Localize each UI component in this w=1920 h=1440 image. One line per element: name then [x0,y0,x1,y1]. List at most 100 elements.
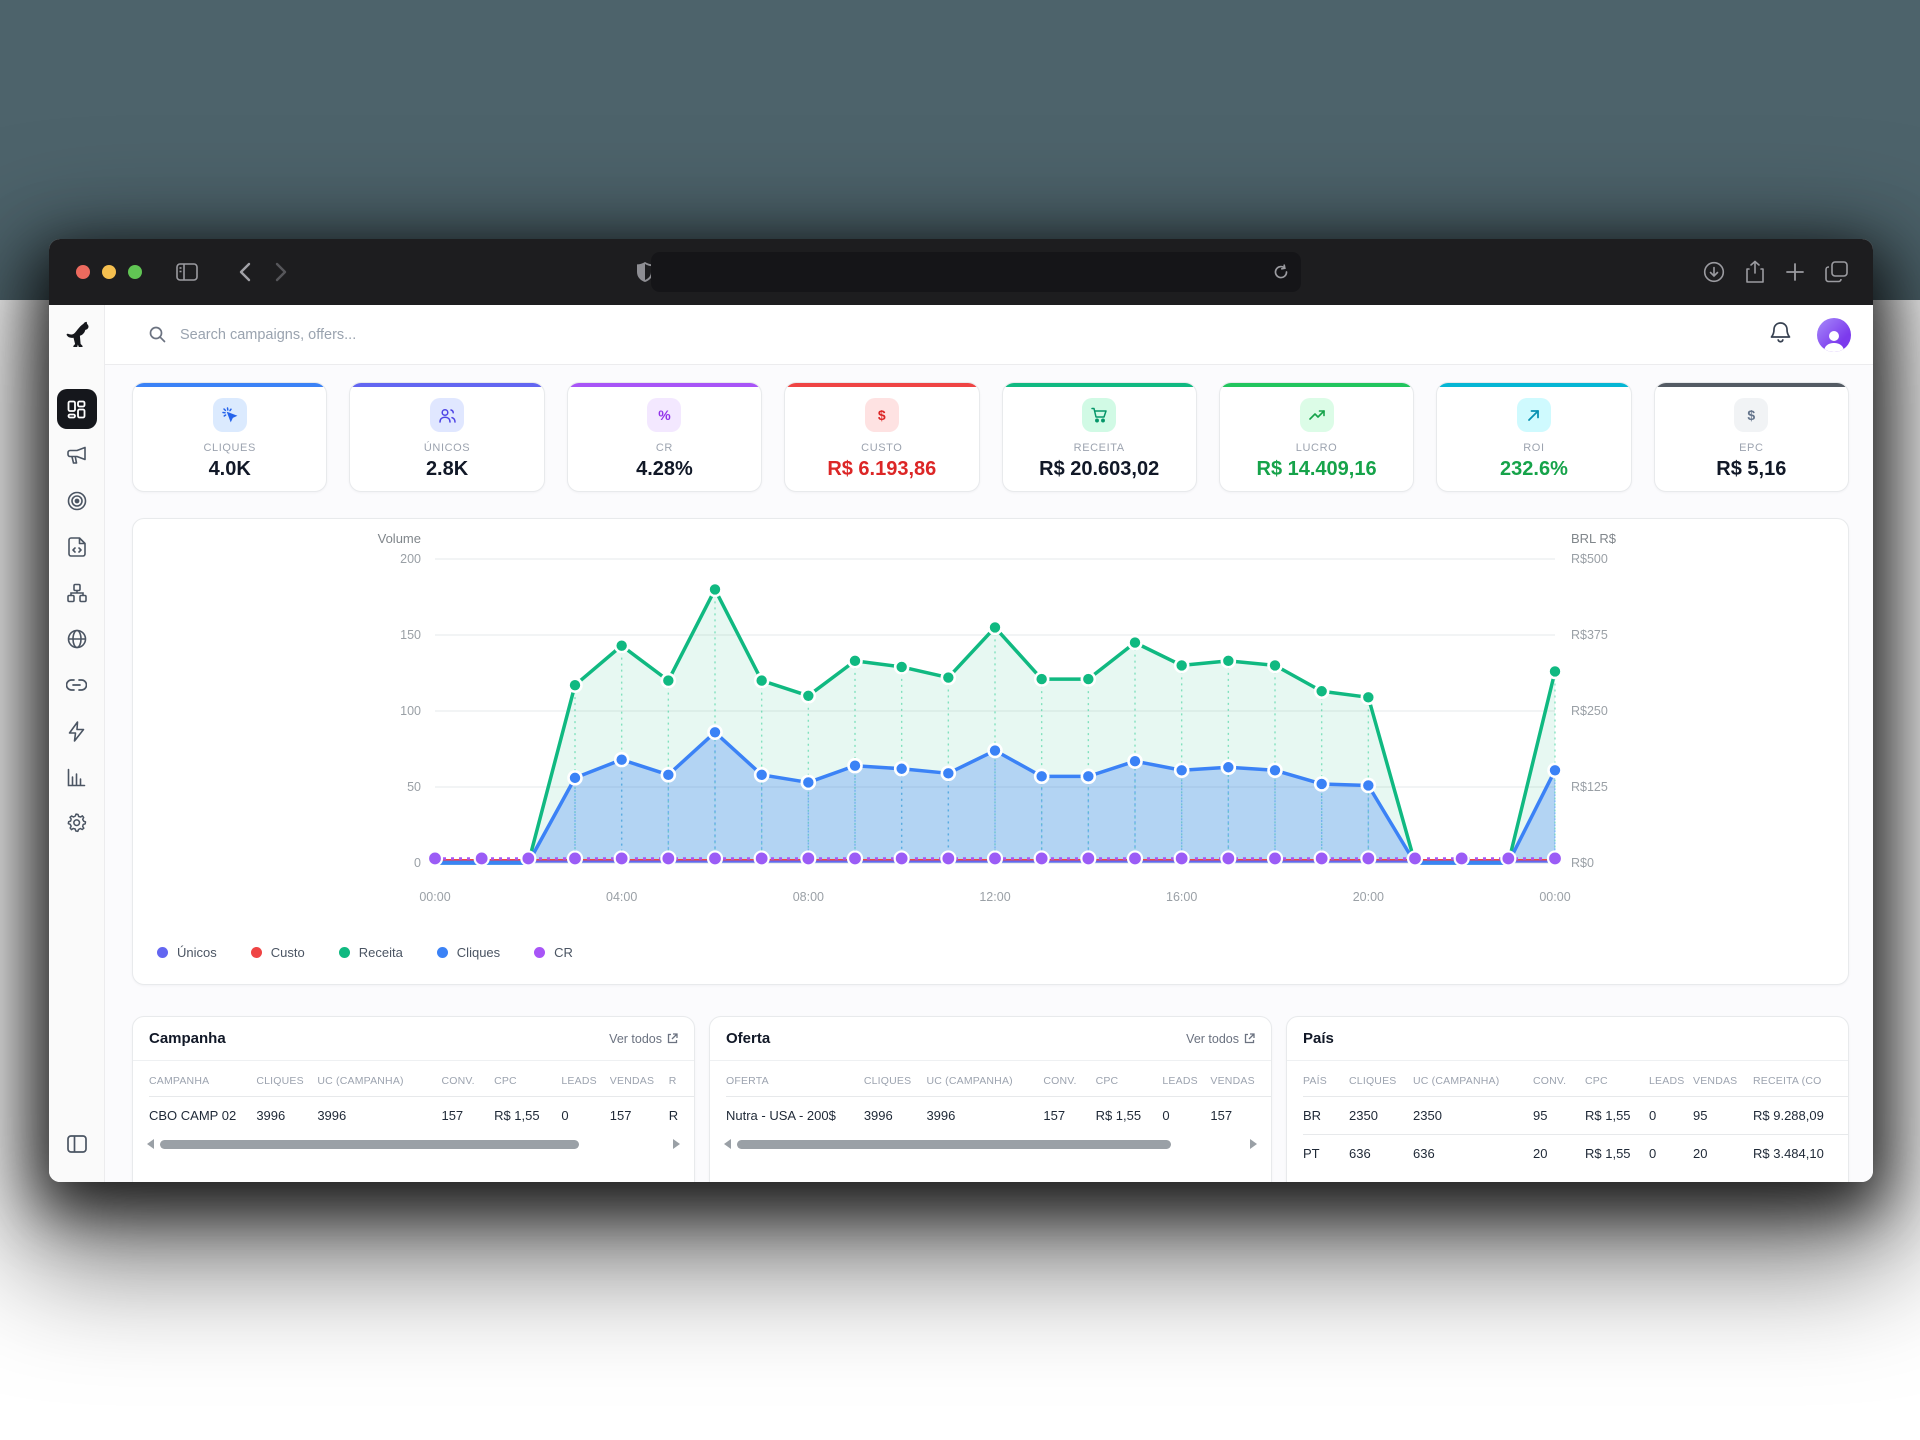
table-header-row: PAÍSCLIQUESUC (CAMPANHA)CONV.CPCLEADSVEN… [1303,1063,1848,1097]
legend-label: Únicos [177,945,217,960]
kpi-label: CUSTO [861,442,902,454]
svg-text:100: 100 [400,704,421,718]
table-title: País [1303,1030,1334,1047]
sidebar-collapse-icon[interactable] [57,1124,97,1164]
close-window-button[interactable] [76,265,90,279]
dashboard-grid-icon [67,400,86,419]
legend-item-unicos[interactable]: Únicos [157,945,217,960]
bar-chart-icon [67,768,86,787]
table-header-row: OFERTACLIQUESUC (CAMPANHA)CONV.CPCLEADSV… [726,1063,1271,1097]
kpi-value: 4.28% [636,458,693,481]
table-row[interactable]: PT63663620R$ 1,55020R$ 3.484,10 [1303,1135,1848,1173]
share-icon[interactable] [1745,260,1765,284]
forward-button[interactable] [264,255,298,289]
ver-todos-label: Ver todos [1186,1032,1239,1046]
megaphone-icon [67,446,87,465]
sidebar-item-flows[interactable] [57,573,97,613]
sidebar-item-dashboard[interactable] [57,389,97,429]
sidebar-item-landing-pages[interactable] [57,527,97,567]
legend-dot [251,947,262,958]
scrollbar-thumb[interactable] [737,1140,1171,1149]
table-title: Campanha [149,1030,226,1047]
window-controls [76,265,142,279]
browser-window: Search campaigns, offers... [49,239,1873,1182]
downloads-icon[interactable] [1703,261,1725,283]
table-row[interactable]: Nutra - USA - 200$39963996157R$ 1,550157 [726,1097,1271,1135]
legend-item-custo[interactable]: Custo [251,945,305,960]
pais-table-card: País PAÍSCLIQUESUC (CAMPANHA)CONV.CPCLEA… [1286,1016,1849,1182]
svg-text:00:00: 00:00 [419,890,450,904]
ver-todos-link[interactable]: Ver todos [609,1032,678,1046]
legend-dot [534,947,545,958]
svg-text:BRL R$: BRL R$ [1571,531,1617,546]
kpi-value: 232.6% [1500,458,1568,481]
user-avatar[interactable] [1817,318,1851,352]
scroll-right-arrow[interactable] [1250,1139,1257,1149]
table-row[interactable]: CBO CAMP 0239963996157R$ 1,550157R [149,1097,694,1135]
ver-todos-link[interactable]: Ver todos [1186,1032,1255,1046]
legend-dot [339,947,350,958]
dollar-icon: $ [1734,398,1768,432]
legend-item-cliques[interactable]: Cliques [437,945,500,960]
kpi-row: CLIQUES 4.0K ÚNICOS 2.8K [132,382,1849,492]
sidebar-item-offers[interactable] [57,481,97,521]
notifications-bell-icon[interactable] [1770,321,1791,349]
scrollbar-thumb[interactable] [160,1140,579,1149]
table-title: Oferta [726,1030,770,1047]
legend-label: Cliques [457,945,500,960]
sidebar-toggle-icon[interactable] [170,255,204,289]
sidebar-item-reports[interactable] [57,757,97,797]
table-header-row: CAMPANHACLIQUESUC (CAMPANHA)CONV.CPCLEAD… [149,1063,694,1097]
dashboard-app: Search campaigns, offers... [49,305,1873,1182]
kpi-label: CR [656,442,673,454]
svg-text:R$125: R$125 [1571,780,1608,794]
kpi-card-cliques: CLIQUES 4.0K [132,382,327,492]
scroll-left-arrow[interactable] [147,1139,154,1149]
hierarchy-icon [67,583,87,603]
svg-text:12:00: 12:00 [979,890,1010,904]
new-tab-icon[interactable] [1785,262,1805,282]
legend-item-receita[interactable]: Receita [339,945,403,960]
legend-item-cr[interactable]: CR [534,945,573,960]
back-button[interactable] [228,255,262,289]
traffic-chart-card: 0R$050R$125100R$250150R$375200R$500Volum… [132,518,1849,985]
svg-text:08:00: 08:00 [793,890,824,904]
svg-text:R$375: R$375 [1571,628,1608,642]
sidebar-item-campaigns[interactable] [57,435,97,475]
svg-text:04:00: 04:00 [606,890,637,904]
search-icon [149,326,166,343]
svg-text:0: 0 [414,856,421,870]
sidebar-item-domains[interactable] [57,619,97,659]
oferta-table-card: Oferta Ver todos OFERTACLIQUESUC (CAMPAN… [709,1016,1272,1182]
scroll-left-arrow[interactable] [724,1139,731,1149]
tab-overview-icon[interactable] [1825,261,1849,283]
chrome-toolbar-right [1703,239,1849,305]
legend-dot [157,947,168,958]
app-logo[interactable] [49,305,105,365]
search-input[interactable]: Search campaigns, offers... [149,326,356,343]
svg-text:Volume: Volume [378,531,421,546]
ver-todos-label: Ver todos [609,1032,662,1046]
address-bar[interactable] [651,252,1301,292]
minimize-window-button[interactable] [102,265,116,279]
table-row[interactable]: BR2350235095R$ 1,55095R$ 9.288,09 [1303,1097,1848,1135]
reload-icon[interactable] [1273,264,1289,280]
sidebar-item-settings[interactable] [57,803,97,843]
file-code-icon [68,537,86,557]
svg-text:200: 200 [400,552,421,566]
svg-text:50: 50 [407,780,421,794]
kpi-card-epc: $ EPC R$ 5,16 [1654,382,1849,492]
zoom-window-button[interactable] [128,265,142,279]
browser-chrome [49,239,1873,305]
svg-text:R$0: R$0 [1571,856,1594,870]
svg-text:150: 150 [400,628,421,642]
campanha-table-card: Campanha Ver todos CAMPANHACLIQUESUC (CA… [132,1016,695,1182]
sidebar-item-links[interactable] [57,665,97,705]
sidebar-item-automations[interactable] [57,711,97,751]
kpi-card-roi: ROI 232.6% [1436,382,1631,492]
gear-icon [67,813,87,833]
kpi-value: 4.0K [209,458,251,481]
users-icon [430,398,464,432]
trending-up-icon [1300,398,1334,432]
scroll-right-arrow[interactable] [673,1139,680,1149]
